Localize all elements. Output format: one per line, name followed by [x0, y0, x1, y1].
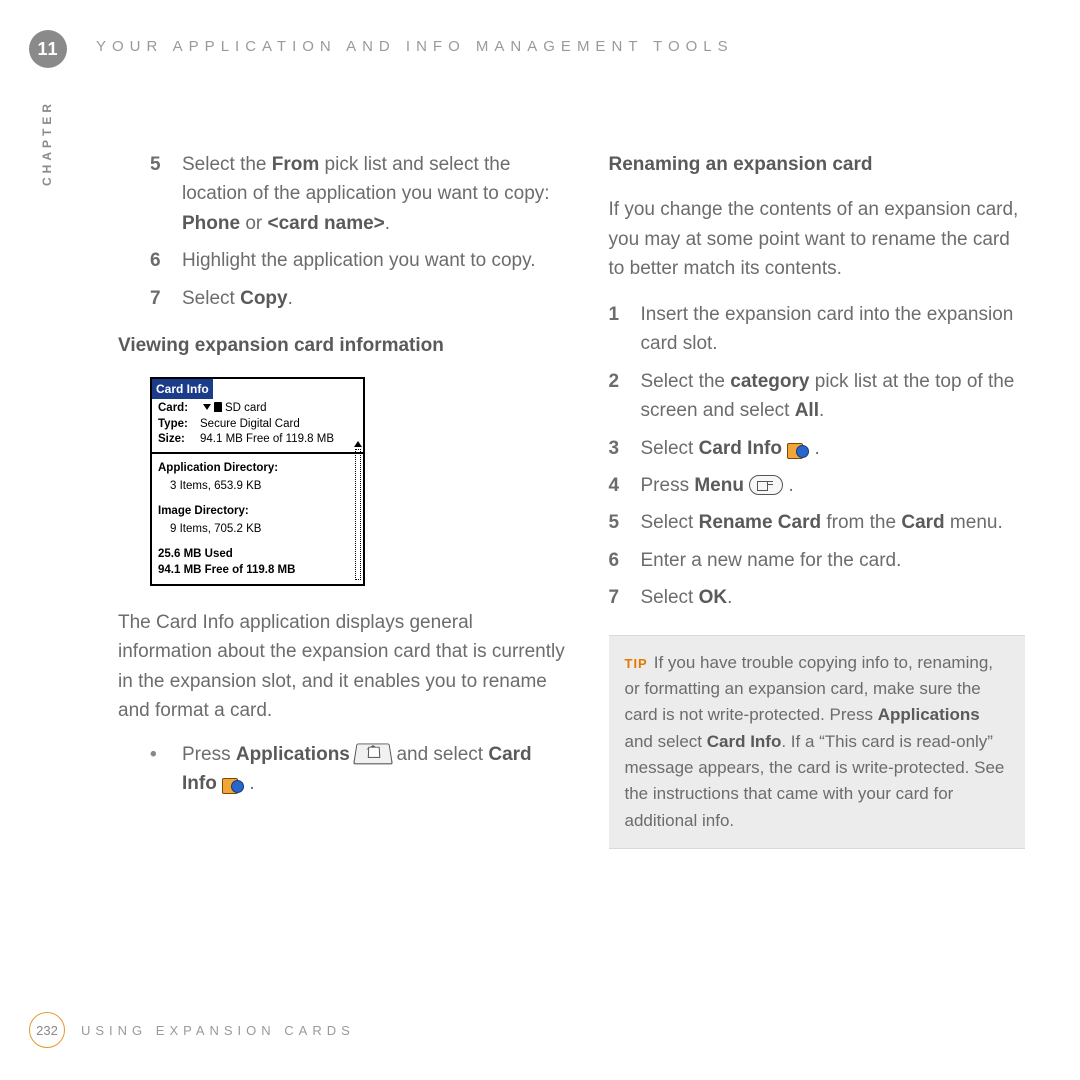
- step-text: Enter a new name for the card.: [641, 546, 1026, 575]
- card-info-titlebar: Card Info: [152, 379, 213, 400]
- step-7: 7 Select Copy.: [150, 284, 567, 313]
- step-text: Press Menu .: [641, 471, 1026, 500]
- step-5: 5 Select the From pick list and select t…: [150, 150, 567, 238]
- r-step-4: 4 Press Menu .: [609, 471, 1026, 500]
- step-number: 7: [150, 284, 182, 313]
- step-6: 6 Highlight the application you want to …: [150, 246, 567, 275]
- app-directory: Application Directory: 3 Items, 653.9 KB: [152, 454, 363, 498]
- bullet-icon: •: [150, 740, 182, 799]
- bullet-text: Press Applications and select Card Info …: [182, 740, 567, 799]
- right-column: Renaming an expansion card If you change…: [609, 150, 1026, 980]
- tip-label: TIP: [625, 656, 648, 671]
- renaming-intro: If you change the contents of an expansi…: [609, 195, 1026, 283]
- r-step-5: 5 Select Rename Card from the Card menu.: [609, 508, 1026, 537]
- card-info-header: Card:SD card Type:Secure Digital Card Si…: [152, 399, 363, 454]
- scrollbar: [355, 449, 361, 580]
- page-number: 232: [29, 1012, 65, 1048]
- image-directory: Image Directory: 9 Items, 705.2 KB: [152, 497, 363, 541]
- r-step-2: 2 Select the category pick list at the t…: [609, 367, 1026, 426]
- step-number: 6: [150, 246, 182, 275]
- step-text: Select OK.: [641, 583, 1026, 612]
- subheading-viewing: Viewing expansion card information: [118, 331, 567, 360]
- tip-box: TIPIf you have trouble copying info to, …: [609, 635, 1026, 849]
- card-info-icon: [787, 440, 809, 458]
- sd-card-icon: [214, 402, 222, 412]
- step-text: Insert the expansion card into the expan…: [641, 300, 1026, 359]
- r-step-1: 1 Insert the expansion card into the exp…: [609, 300, 1026, 359]
- menu-key-icon: [749, 475, 783, 495]
- card-info-description: The Card Info application displays gener…: [118, 608, 567, 726]
- dropdown-icon: [203, 404, 211, 410]
- page: 11 CHAPTER YOUR APPLICATION AND INFO MAN…: [0, 0, 1080, 1080]
- card-info-icon: [222, 775, 244, 793]
- step-number: 2: [609, 367, 641, 426]
- scroll-up-icon: [354, 441, 362, 447]
- usage-summary: 25.6 MB Used 94.1 MB Free of 119.8 MB: [152, 541, 363, 584]
- card-info-screenshot: Card Info Card:SD card Type:Secure Digit…: [150, 377, 365, 586]
- chapter-number-badge: 11: [29, 30, 67, 68]
- step-text: Select Rename Card from the Card menu.: [641, 508, 1026, 537]
- step-text: Highlight the application you want to co…: [182, 246, 567, 275]
- body-columns: 5 Select the From pick list and select t…: [150, 150, 1025, 980]
- step-number: 5: [150, 150, 182, 238]
- chapter-label: CHAPTER: [40, 100, 54, 186]
- r-step-6: 6 Enter a new name for the card.: [609, 546, 1026, 575]
- r-step-3: 3 Select Card Info .: [609, 434, 1026, 463]
- r-step-7: 7 Select OK.: [609, 583, 1026, 612]
- step-text: Select Card Info .: [641, 434, 1026, 463]
- step-number: 1: [609, 300, 641, 359]
- step-number: 5: [609, 508, 641, 537]
- footer-title: USING EXPANSION CARDS: [81, 1023, 355, 1038]
- bullet-press-applications: • Press Applications and select Card Inf…: [150, 740, 567, 799]
- step-number: 3: [609, 434, 641, 463]
- subheading-renaming: Renaming an expansion card: [609, 150, 1026, 179]
- running-header: YOUR APPLICATION AND INFO MANAGEMENT TOO…: [96, 38, 734, 55]
- footer: 232 USING EXPANSION CARDS: [29, 1012, 355, 1048]
- step-text: Select the category pick list at the top…: [641, 367, 1026, 426]
- step-text: Select Copy.: [182, 284, 567, 313]
- left-column: 5 Select the From pick list and select t…: [150, 150, 567, 980]
- applications-key-icon: [353, 743, 393, 764]
- step-number: 4: [609, 471, 641, 500]
- step-number: 7: [609, 583, 641, 612]
- step-number: 6: [609, 546, 641, 575]
- step-text: Select the From pick list and select the…: [182, 150, 567, 238]
